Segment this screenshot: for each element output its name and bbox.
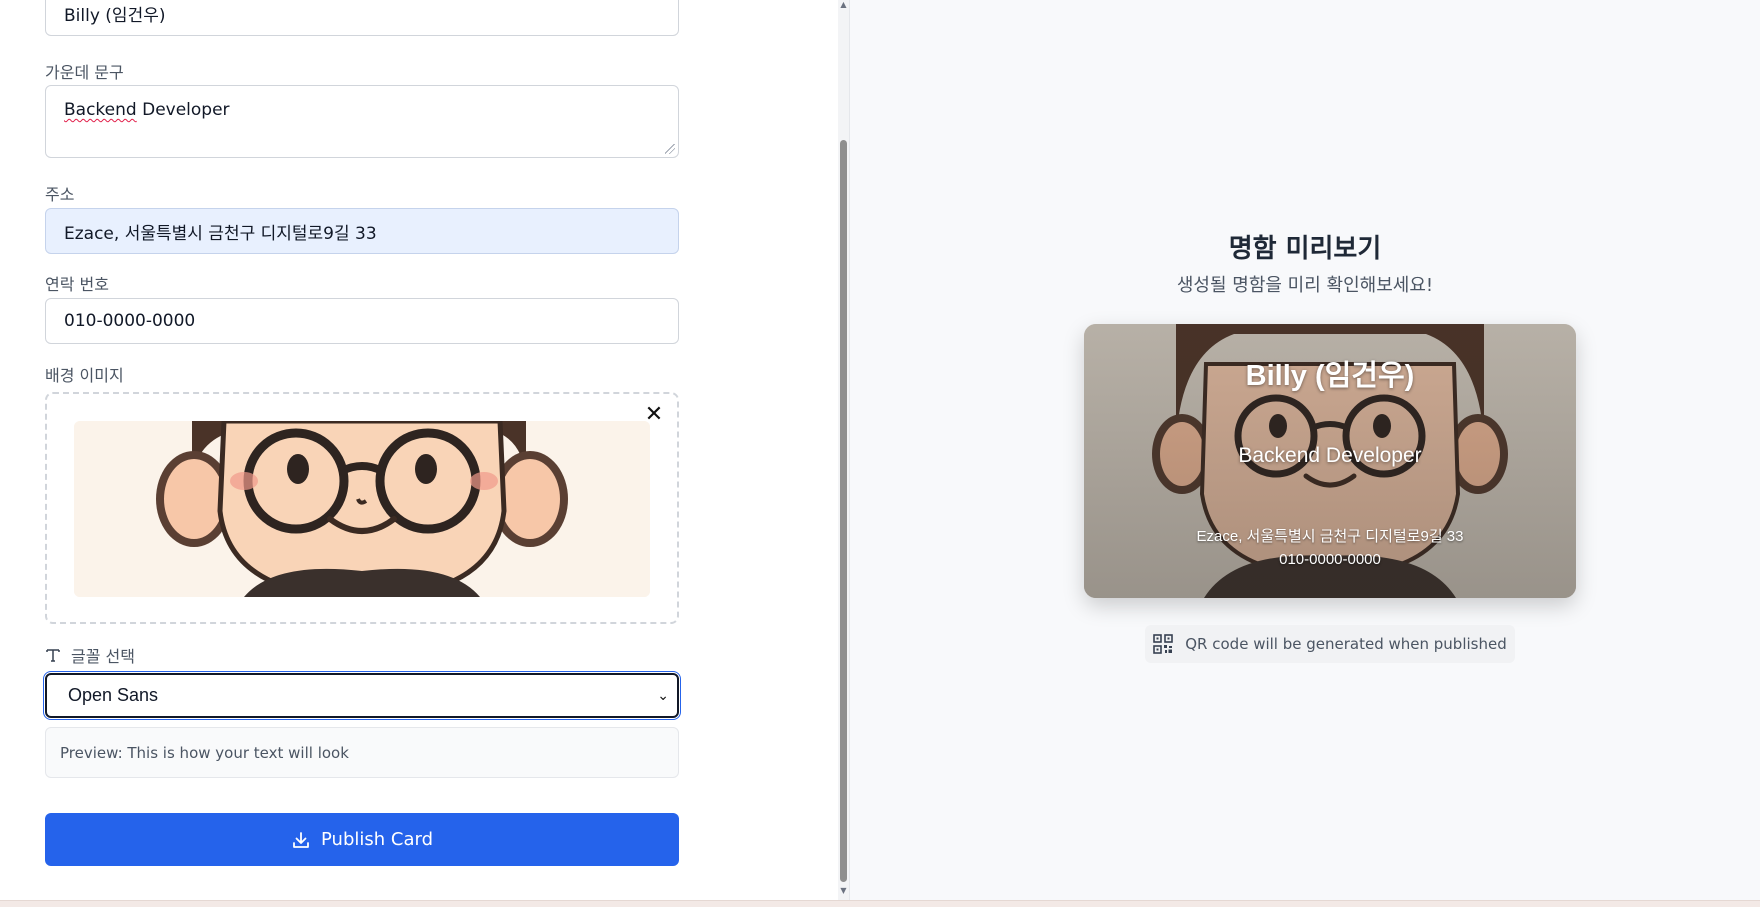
headline-textarea[interactable]: Backend Developer [45, 85, 679, 158]
headline-text-rest: Developer [136, 100, 230, 120]
font-preview-text: Preview: This is how your text will look [60, 743, 349, 762]
editor-panel: Billy (임건우) 가운데 문구 Backend Developer 주소 … [0, 0, 838, 907]
card-name: Billy (임건우) [1245, 360, 1415, 392]
chevron-down-icon: ⌄ [657, 687, 669, 703]
font-select[interactable]: Open Sans ⌄ [43, 671, 681, 720]
download-icon [293, 831, 309, 848]
preview-subtitle: 생성될 명함을 미리 확인해보세요! [1176, 275, 1434, 296]
name-input[interactable]: Billy (임건우) [45, 0, 679, 36]
resize-grip-icon[interactable] [665, 144, 675, 154]
phone-input[interactable]: 010-0000-0000 [45, 298, 679, 344]
bg-image-dropzone[interactable]: ✕ [45, 392, 679, 624]
address-label: 주소 [45, 185, 75, 204]
bg-image-thumbnail [74, 421, 650, 597]
font-select-value: Open Sans [68, 685, 159, 705]
font-label-text: 글꼴 선택 [71, 647, 135, 666]
font-label-row: 글꼴 선택 [45, 643, 135, 667]
address-input[interactable]: Ezace, 서울특별시 금천구 디지털로9길 33 [45, 208, 679, 254]
scrollbar[interactable]: ▲ ▼ [838, 0, 849, 907]
name-input-value: Billy (임건우) [64, 5, 166, 26]
card-address: Ezace, 서울특별시 금천구 디지털로9길 33 [1196, 528, 1464, 545]
scroll-thumb[interactable] [840, 140, 847, 882]
business-card-preview: Billy (임건우) Backend Developer Ezace, 서울특… [1084, 324, 1576, 598]
phone-label: 연락 번호 [45, 275, 109, 294]
qr-note-text: QR code will be generated when published [1185, 635, 1507, 653]
headline-label: 가운데 문구 [45, 63, 124, 82]
qr-code-icon [1153, 634, 1174, 654]
avatar-illustration [74, 421, 650, 597]
type-icon [46, 649, 60, 662]
scroll-down-icon[interactable]: ▼ [838, 886, 849, 895]
publish-label: Publish Card [321, 829, 433, 850]
card-headline: Backend Developer [1238, 444, 1422, 467]
window-bottom-edge [0, 900, 1760, 907]
spellcheck-word: Backend [64, 100, 137, 120]
bg-image-label: 배경 이미지 [45, 366, 124, 385]
publish-card-button[interactable]: Publish Card [45, 813, 679, 866]
font-preview: Preview: This is how your text will look [45, 727, 679, 778]
preview-panel: 명함 미리보기 생성될 명함을 미리 확인해보세요! Billy (임건우) B… [850, 0, 1760, 900]
address-input-value: Ezace, 서울특별시 금천구 디지털로9길 33 [64, 223, 377, 244]
phone-input-value: 010-0000-0000 [64, 311, 196, 331]
scroll-up-icon[interactable]: ▲ [838, 0, 849, 9]
preview-title: 명함 미리보기 [1228, 234, 1382, 264]
qr-code-notice: QR code will be generated when published [1145, 625, 1515, 663]
card-phone: 010-0000-0000 [1279, 551, 1381, 568]
